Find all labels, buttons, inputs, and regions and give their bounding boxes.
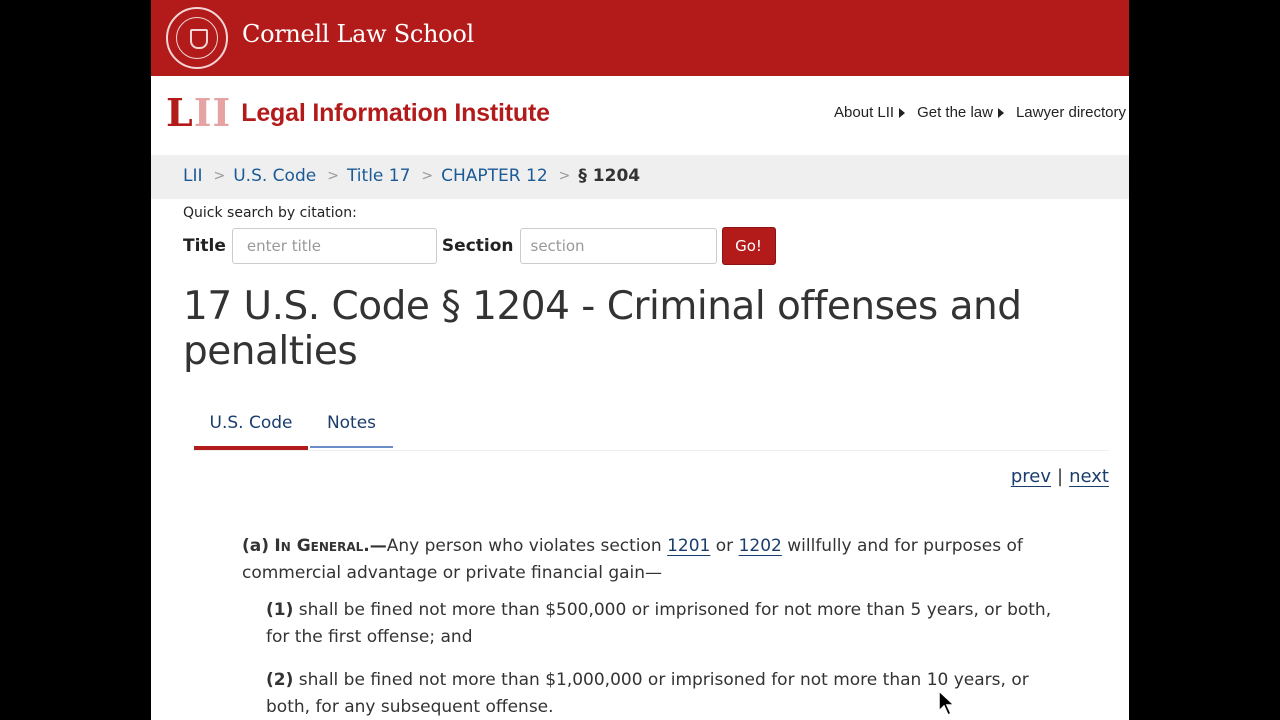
section-input[interactable]: section [519, 228, 717, 264]
paragraph-1: (1) shall be fined not more than $500,00… [266, 600, 1052, 647]
subsection-a: (a) In General.—Any person who violates … [242, 536, 1023, 583]
lii-logo[interactable]: LII Legal Information Institute [166, 93, 550, 133]
nav-about-lii[interactable]: About LII [834, 104, 906, 121]
breadcrumb-title-17[interactable]: Title 17 [347, 166, 410, 186]
page: Cornell Law School LII Legal Information… [151, 0, 1129, 720]
section-1201-link[interactable]: 1201 [667, 536, 710, 556]
nav-get-the-law[interactable]: Get the law [917, 104, 1004, 121]
breadcrumb-us-code[interactable]: U.S. Code [233, 166, 316, 186]
title-input[interactable]: enter title [231, 228, 437, 264]
lii-name: Legal Information Institute [241, 98, 550, 127]
breadcrumb: LII > U.S. Code > Title 17 > CHAPTER 12 … [151, 155, 1129, 199]
lii-header: LII Legal Information Institute About LI… [151, 76, 1129, 155]
tab-notes[interactable]: Notes [310, 400, 393, 448]
pager-divider: | [1057, 466, 1064, 487]
breadcrumb-separator: > [213, 168, 226, 184]
cornell-header: Cornell Law School [151, 0, 1129, 76]
tab-bar: U.S. Code Notes [194, 400, 1109, 451]
lii-mark-logo: LII [166, 90, 232, 135]
breadcrumb-chapter-12[interactable]: CHAPTER 12 [441, 166, 548, 186]
breadcrumb-separator: > [421, 168, 434, 184]
section-1202-link[interactable]: 1202 [739, 536, 782, 556]
mouse-cursor-icon [938, 690, 956, 717]
pager: prev | next [1011, 466, 1109, 487]
caret-right-icon [997, 107, 1004, 118]
top-nav: About LII Get the law Lawyer directory [834, 104, 1126, 121]
tab-us-code[interactable]: U.S. Code [194, 400, 308, 450]
breadcrumb-current: § 1204 [578, 166, 641, 186]
prev-link[interactable]: prev [1011, 466, 1051, 487]
subsection-heading: In General.— [274, 536, 387, 556]
caret-right-icon [899, 107, 906, 118]
go-button[interactable]: Go! [721, 227, 776, 265]
title-label: Title [183, 236, 226, 256]
next-link[interactable]: next [1069, 466, 1109, 487]
breadcrumb-lii[interactable]: LII [183, 166, 203, 186]
breadcrumb-separator: > [558, 168, 571, 184]
nav-lawyer-directory[interactable]: Lawyer directory [1016, 104, 1126, 121]
quick-search-label: Quick search by citation: [183, 205, 357, 221]
quick-search-form: Title enter title Section section Go! [183, 227, 776, 265]
subsection-number: (a) [242, 536, 270, 556]
cornell-law-school-link[interactable]: Cornell Law School [242, 20, 474, 48]
section-label: Section [441, 236, 514, 256]
page-title: 17 U.S. Code § 1204 - Criminal offenses … [183, 284, 1022, 374]
cornell-seal-icon[interactable] [166, 7, 228, 69]
breadcrumb-separator: > [327, 168, 339, 184]
